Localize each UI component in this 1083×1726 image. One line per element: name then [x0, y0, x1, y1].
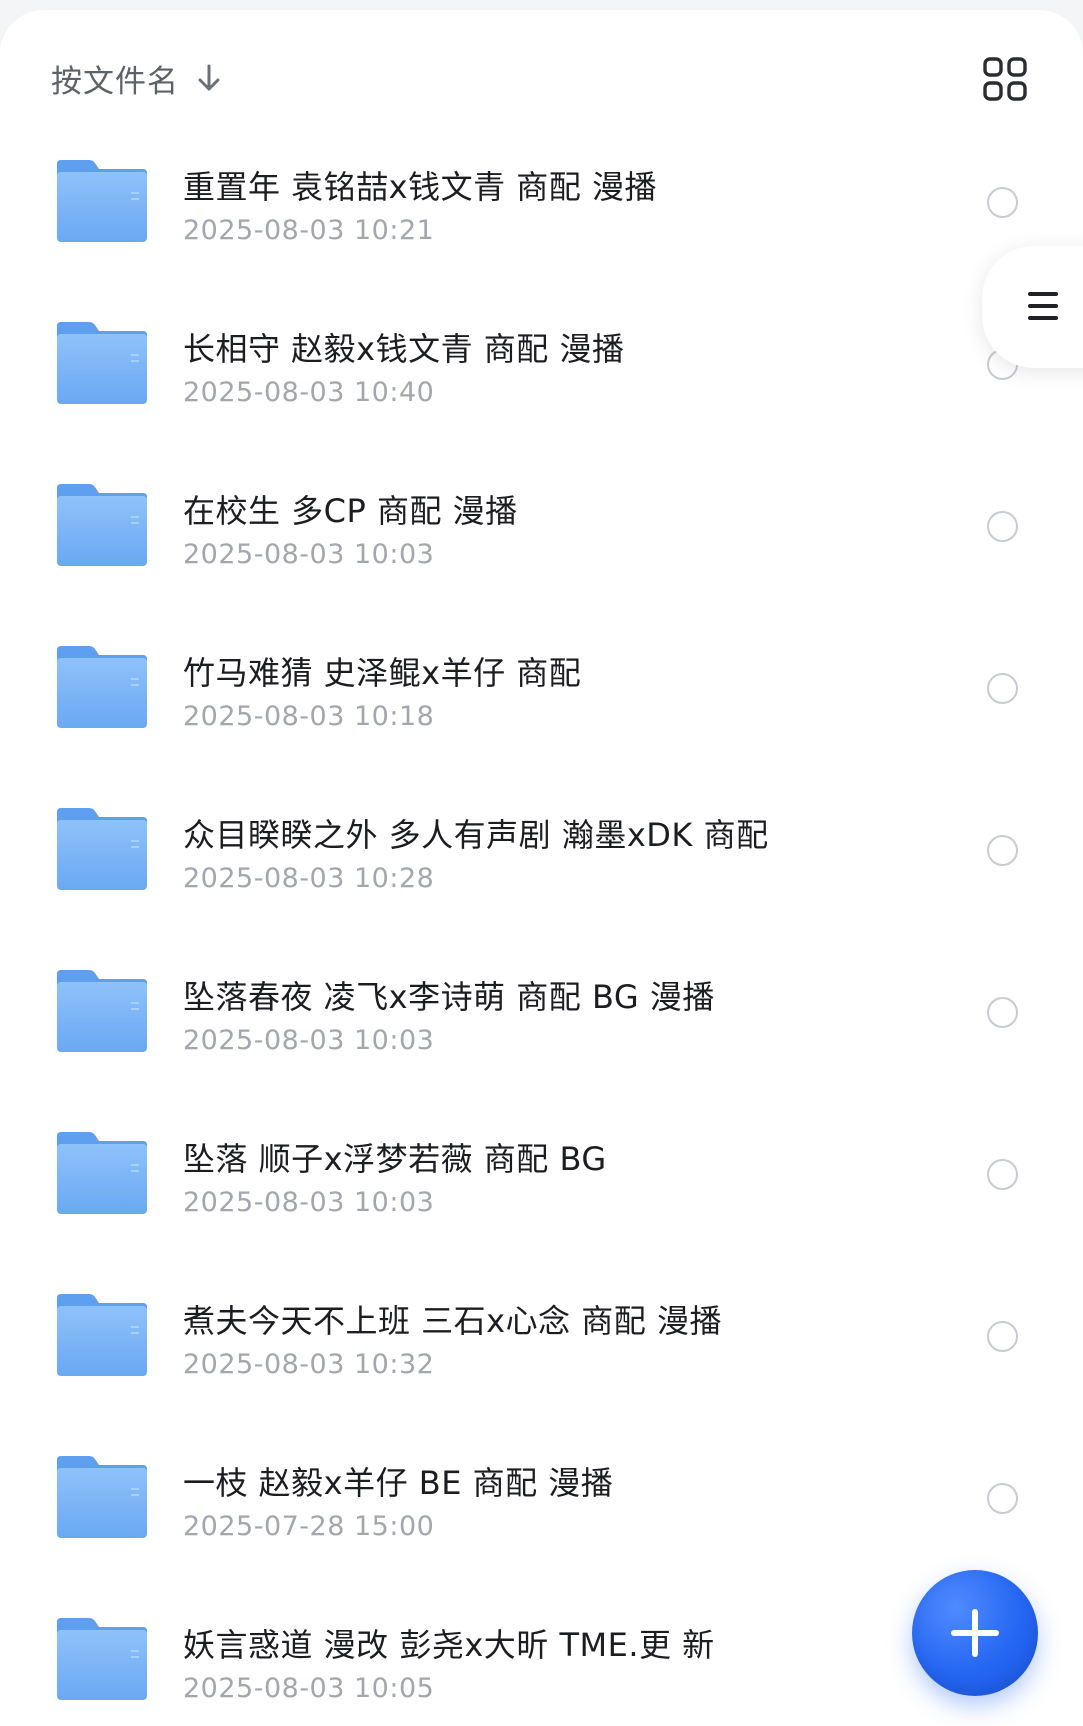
- select-checkbox[interactable]: [987, 997, 1018, 1028]
- file-row[interactable]: 坠落 顺子x浮梦若薇 商配 BG 2025-08-03 10:03: [0, 1090, 1083, 1252]
- file-row[interactable]: 煮夫今天不上班 三石x心念 商配 漫播 2025-08-03 10:32: [0, 1252, 1083, 1414]
- file-date: 2025-08-03 10:32: [183, 1349, 435, 1380]
- select-checkbox[interactable]: [987, 835, 1018, 866]
- file-date: 2025-08-03 10:21: [183, 215, 435, 246]
- file-date: 2025-07-28 15:00: [183, 1511, 435, 1542]
- arrow-down-icon: [195, 62, 223, 94]
- file-date: 2025-08-03 10:40: [183, 377, 435, 408]
- folder-icon: [55, 320, 149, 406]
- grid-view-icon[interactable]: [982, 56, 1028, 102]
- folder-icon: [55, 1130, 149, 1216]
- file-row[interactable]: 众目睽睽之外 多人有声剧 瀚墨xDK 商配 2025-08-03 10:28: [0, 766, 1083, 928]
- file-name: 长相守 赵毅x钱文青 商配 漫播: [183, 330, 625, 368]
- file-row[interactable]: 重置年 袁铭喆x钱文青 商配 漫播 2025-08-03 10:21: [0, 118, 1083, 280]
- select-checkbox[interactable]: [987, 187, 1018, 218]
- file-name: 重置年 袁铭喆x钱文青 商配 漫播: [183, 168, 657, 206]
- folder-icon: [55, 806, 149, 892]
- file-date: 2025-08-03 10:03: [183, 1187, 435, 1218]
- add-button[interactable]: [912, 1570, 1038, 1696]
- side-menu-button[interactable]: [982, 246, 1083, 368]
- file-row[interactable]: 坠落春夜 凌飞x李诗萌 商配 BG 漫播 2025-08-03 10:03: [0, 928, 1083, 1090]
- folder-icon: [55, 482, 149, 568]
- plus-icon: [951, 1609, 999, 1657]
- folder-icon: [55, 1292, 149, 1378]
- sort-by-name-button[interactable]: 按文件名: [51, 48, 223, 108]
- file-browser-panel: 按文件名 重置年 袁铭喆x钱文青 商配 漫播 2025-08-03 10:21 …: [0, 10, 1083, 1726]
- select-checkbox[interactable]: [987, 1159, 1018, 1190]
- folder-icon: [55, 158, 149, 244]
- folder-icon: [55, 1616, 149, 1702]
- file-name: 坠落 顺子x浮梦若薇 商配 BG: [183, 1140, 607, 1178]
- file-row[interactable]: 竹马难猜 史泽鲲x羊仔 商配 2025-08-03 10:18: [0, 604, 1083, 766]
- file-name: 在校生 多CP 商配 漫播: [183, 492, 518, 530]
- sort-label: 按文件名: [51, 63, 179, 100]
- folder-icon: [55, 968, 149, 1054]
- file-date: 2025-08-03 10:28: [183, 863, 435, 894]
- folder-icon: [55, 644, 149, 730]
- menu-icon: [1028, 292, 1058, 320]
- file-date: 2025-08-03 10:03: [183, 1025, 435, 1056]
- file-name: 煮夫今天不上班 三石x心念 商配 漫播: [183, 1302, 722, 1340]
- file-date: 2025-08-03 10:05: [183, 1673, 435, 1704]
- file-date: 2025-08-03 10:18: [183, 701, 435, 732]
- select-checkbox[interactable]: [987, 673, 1018, 704]
- file-name: 坠落春夜 凌飞x李诗萌 商配 BG 漫播: [183, 978, 715, 1016]
- file-row[interactable]: 在校生 多CP 商配 漫播 2025-08-03 10:03: [0, 442, 1083, 604]
- select-checkbox[interactable]: [987, 1321, 1018, 1352]
- file-name: 妖言惑道 漫改 彭尧x大昕 TME.更 新: [183, 1626, 715, 1664]
- file-date: 2025-08-03 10:03: [183, 539, 435, 570]
- file-list: 重置年 袁铭喆x钱文青 商配 漫播 2025-08-03 10:21 长相守 赵…: [0, 118, 1083, 1726]
- file-row[interactable]: 一枝 赵毅x羊仔 BE 商配 漫播 2025-07-28 15:00: [0, 1414, 1083, 1576]
- file-name: 众目睽睽之外 多人有声剧 瀚墨xDK 商配: [183, 816, 769, 854]
- select-checkbox[interactable]: [987, 511, 1018, 542]
- folder-icon: [55, 1454, 149, 1540]
- file-name: 一枝 赵毅x羊仔 BE 商配 漫播: [183, 1464, 614, 1502]
- file-row[interactable]: 长相守 赵毅x钱文青 商配 漫播 2025-08-03 10:40: [0, 280, 1083, 442]
- select-checkbox[interactable]: [987, 1483, 1018, 1514]
- file-name: 竹马难猜 史泽鲲x羊仔 商配: [183, 654, 582, 692]
